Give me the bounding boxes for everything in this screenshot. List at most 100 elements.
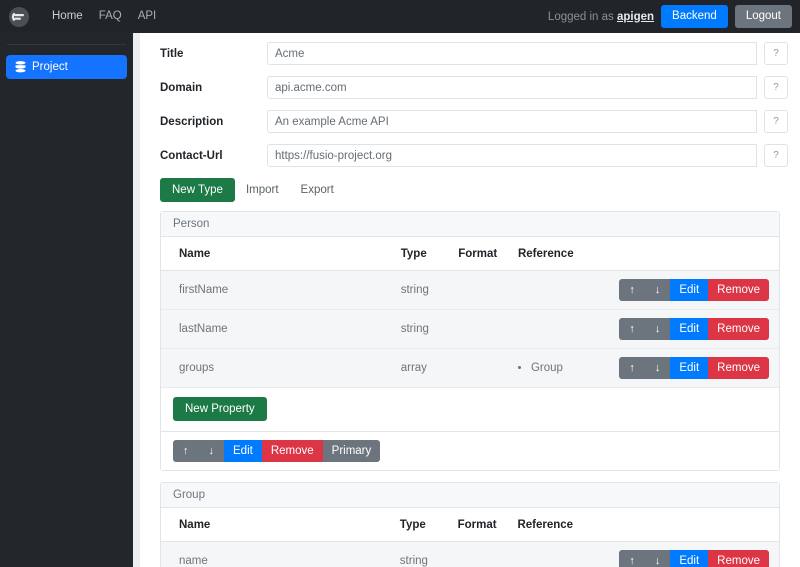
- edit-button[interactable]: Edit: [670, 357, 709, 379]
- edit-button[interactable]: Edit: [670, 318, 709, 340]
- new-property-button[interactable]: New Property: [173, 397, 267, 421]
- logged-in-status: Logged in as apigen: [548, 11, 654, 23]
- cell-format: [452, 270, 512, 310]
- th-reference: Reference: [511, 237, 614, 271]
- th-name: Name: [161, 508, 394, 542]
- row-action-group: ↑ ↓ Edit Remove: [619, 357, 769, 379]
- fusio-logo-icon[interactable]: [8, 6, 30, 28]
- cell-reference: [511, 541, 614, 567]
- type-card-group: Group Name Type Format Reference name st…: [160, 482, 780, 567]
- reference-list: Group: [518, 362, 607, 374]
- type-remove-button[interactable]: Remove: [261, 440, 323, 462]
- move-down-button[interactable]: ↓: [644, 279, 671, 301]
- nav-link-faq[interactable]: FAQ: [91, 0, 130, 33]
- cell-name: firstName: [161, 270, 395, 310]
- type-move-up-button[interactable]: ↑: [173, 440, 199, 462]
- type-card-person: Person Name Type Format Reference firstN…: [160, 211, 780, 471]
- th-name: Name: [161, 237, 395, 271]
- database-icon: [15, 61, 26, 73]
- th-reference: Reference: [511, 508, 614, 542]
- title-help-button[interactable]: ?: [764, 42, 788, 65]
- table-row: name string ↑ ↓ Edit Remove: [161, 541, 779, 567]
- type-toolbar: New Type Import Export: [160, 178, 788, 202]
- cell-reference: [511, 309, 614, 349]
- type-primary-button[interactable]: Primary: [322, 440, 381, 462]
- backend-button[interactable]: Backend: [661, 5, 728, 28]
- cell-name: name: [161, 541, 394, 567]
- table-header-row: Name Type Format Reference: [161, 508, 779, 542]
- label-domain: Domain: [160, 81, 203, 94]
- contact-url-input[interactable]: [267, 144, 757, 167]
- cell-type: string: [394, 270, 453, 310]
- move-up-button[interactable]: ↑: [619, 279, 645, 301]
- move-down-button[interactable]: ↓: [644, 357, 671, 379]
- project-form: Title ? Domain ? Description ? Contact-U…: [152, 42, 788, 167]
- card-footer-person: ↑ ↓ Edit Remove Primary: [161, 431, 779, 470]
- th-format: Format: [451, 508, 512, 542]
- remove-button[interactable]: Remove: [708, 357, 769, 379]
- cell-actions: ↑ ↓ Edit Remove: [613, 541, 779, 567]
- move-up-button[interactable]: ↑: [619, 357, 645, 379]
- cell-reference: [511, 270, 614, 310]
- sidebar-divider: [7, 44, 126, 45]
- edit-button[interactable]: Edit: [670, 279, 709, 301]
- remove-button[interactable]: Remove: [708, 279, 769, 301]
- logged-in-username[interactable]: apigen: [617, 11, 654, 23]
- cell-name: lastName: [161, 309, 395, 349]
- move-up-button[interactable]: ↑: [619, 318, 645, 340]
- type-edit-button[interactable]: Edit: [224, 440, 262, 462]
- reference-item: Group: [531, 362, 607, 374]
- nav-link-home[interactable]: Home: [44, 0, 91, 33]
- card-body-actions: New Property: [161, 388, 779, 431]
- row-action-group: ↑ ↓ Edit Remove: [619, 279, 769, 301]
- edit-button[interactable]: Edit: [670, 550, 709, 567]
- th-type: Type: [394, 237, 453, 271]
- move-down-button[interactable]: ↓: [644, 318, 671, 340]
- cell-type: string: [394, 309, 453, 349]
- sidebar: Project: [0, 33, 133, 567]
- description-help-button[interactable]: ?: [764, 110, 788, 133]
- move-down-button[interactable]: ↓: [644, 550, 671, 567]
- new-type-button[interactable]: New Type: [160, 178, 235, 202]
- move-up-button[interactable]: ↑: [619, 550, 645, 567]
- nav-links: Home FAQ API: [44, 0, 164, 33]
- remove-button[interactable]: Remove: [708, 550, 769, 567]
- description-input[interactable]: [267, 110, 757, 133]
- table-header-row: Name Type Format Reference: [161, 237, 779, 271]
- table-row: groups array Group ↑ ↓ Edit Remove: [161, 348, 779, 388]
- logout-button[interactable]: Logout: [734, 5, 792, 28]
- label-description: Description: [160, 115, 224, 128]
- domain-input[interactable]: [267, 76, 757, 99]
- export-button[interactable]: Export: [290, 178, 345, 202]
- cell-actions: ↑ ↓ Edit Remove: [613, 270, 779, 310]
- type-action-group: ↑ ↓ Edit Remove Primary: [173, 440, 381, 462]
- th-type: Type: [393, 508, 452, 542]
- sidebar-item-label: Project: [32, 61, 68, 73]
- form-row-domain: Domain ?: [152, 76, 788, 99]
- row-action-group: ↑ ↓ Edit Remove: [619, 318, 769, 340]
- import-button[interactable]: Import: [235, 178, 290, 202]
- cell-format: [452, 348, 512, 388]
- th-actions: [613, 237, 779, 271]
- table-row: firstName string ↑ ↓ Edit Remove: [161, 270, 779, 310]
- property-table-group: Name Type Format Reference name string ↑: [161, 508, 779, 567]
- form-row-contact-url: Contact-Url ?: [152, 144, 788, 167]
- row-action-group: ↑ ↓ Edit Remove: [619, 550, 769, 567]
- form-row-description: Description ?: [152, 110, 788, 133]
- domain-help-button[interactable]: ?: [764, 76, 788, 99]
- property-table-person: Name Type Format Reference firstName str…: [161, 237, 779, 388]
- sidebar-item-project[interactable]: Project: [6, 55, 127, 79]
- form-row-title: Title ?: [152, 42, 788, 65]
- cell-actions: ↑ ↓ Edit Remove: [613, 348, 779, 388]
- nav-link-api[interactable]: API: [130, 0, 165, 33]
- type-move-down-button[interactable]: ↓: [198, 440, 224, 462]
- title-input[interactable]: [267, 42, 757, 65]
- th-actions: [613, 508, 779, 542]
- cell-name: groups: [161, 348, 395, 388]
- cell-type: string: [393, 541, 452, 567]
- cell-actions: ↑ ↓ Edit Remove: [613, 309, 779, 349]
- navbar-right: Logged in as apigen Backend Logout: [548, 5, 800, 28]
- cell-format: [452, 309, 512, 349]
- remove-button[interactable]: Remove: [708, 318, 769, 340]
- contact-url-help-button[interactable]: ?: [764, 144, 788, 167]
